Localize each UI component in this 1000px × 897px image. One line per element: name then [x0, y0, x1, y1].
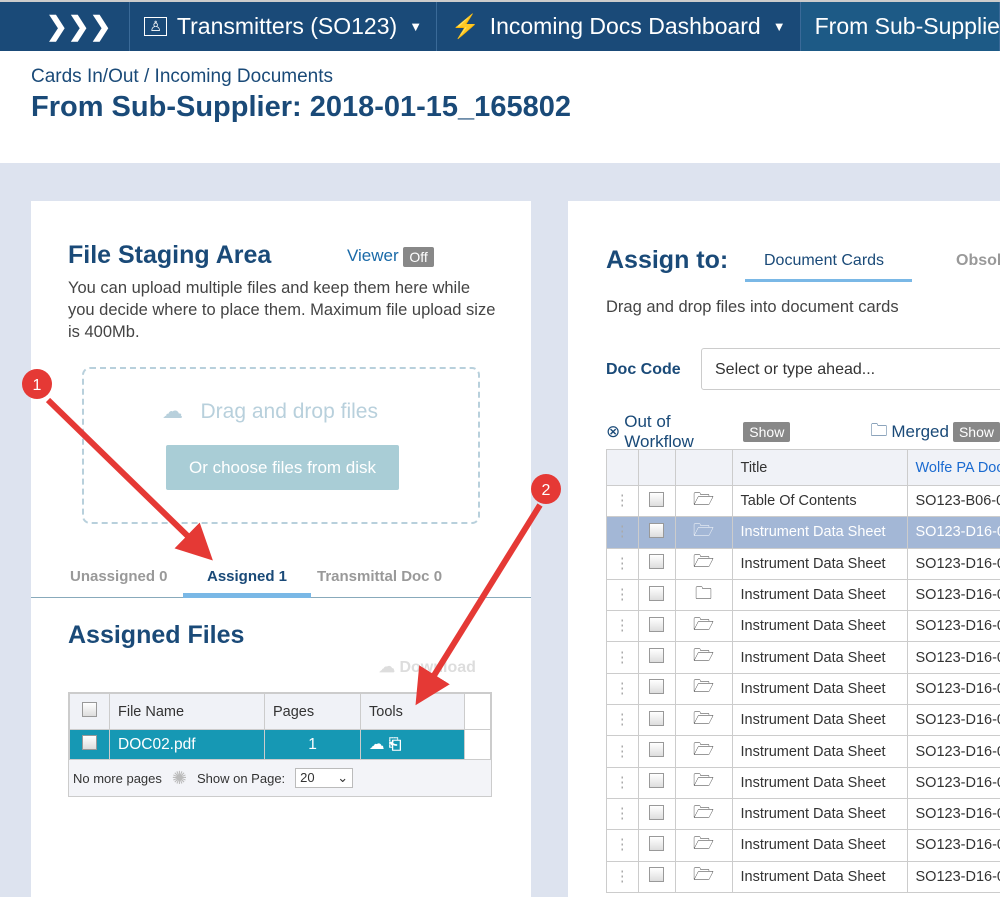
annotation-arrow [45, 397, 213, 561]
annotation-overlay: 1 2 [22, 369, 561, 706]
annotation-marker-2: 2 [542, 482, 551, 499]
annotation-marker-1: 1 [33, 377, 42, 394]
annotation-arrow [415, 503, 543, 706]
